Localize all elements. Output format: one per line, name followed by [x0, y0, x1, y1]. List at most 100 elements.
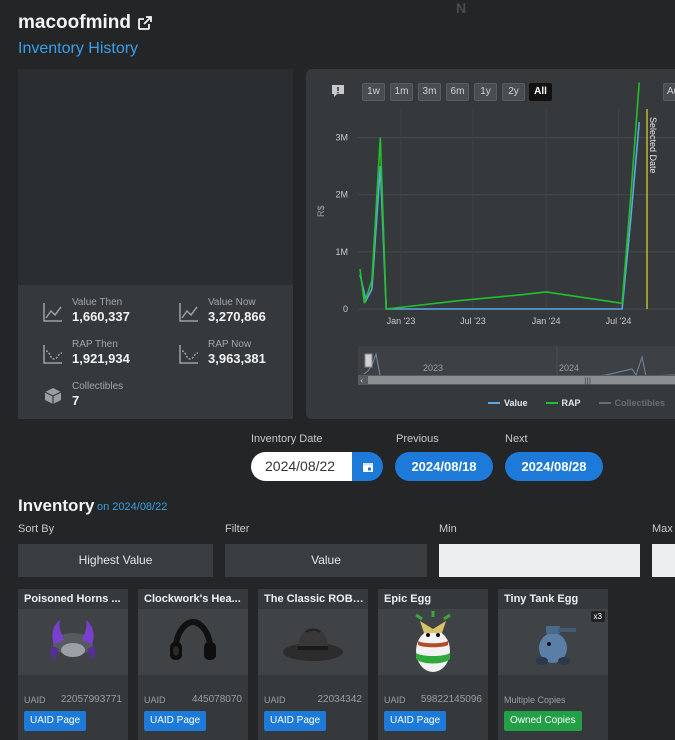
range-6m[interactable]: 6m [446, 83, 469, 101]
next-date-button[interactable]: 2024/08/28 [505, 452, 603, 481]
uaid-label: UAID [144, 695, 166, 705]
previous-label: Previous [396, 433, 439, 445]
uaid-label: UAID [24, 695, 46, 705]
value-then-label: Value Then [72, 297, 123, 308]
item-name[interactable]: Poisoned Horns ... [24, 593, 124, 605]
fedora-icon [283, 628, 343, 661]
range-1y[interactable]: 1y [474, 83, 497, 101]
sort-select[interactable]: Highest Value [18, 544, 213, 577]
y-tick-label: 2M [335, 190, 348, 200]
item-name[interactable]: Clockwork's Hea... [144, 593, 244, 605]
stat-rap-then: RAP Then 1,921,934 [42, 339, 130, 367]
series-line-rap[interactable] [359, 82, 640, 310]
rap-then: 1,921,934 [72, 351, 130, 366]
collectibles-label: Collectibles [72, 381, 124, 392]
calendar-icon [362, 462, 373, 472]
range-1w[interactable]: 1w [362, 83, 385, 101]
scroll-grip-icon: ||| [584, 377, 591, 385]
item-thumbnail[interactable] [138, 609, 248, 675]
item-name[interactable]: The Classic ROBL... [264, 593, 364, 605]
legend-value[interactable]: Value [488, 398, 528, 408]
inventory-date-link[interactable]: on 2024/08/22 [97, 501, 167, 513]
previous-date-button[interactable]: 2024/08/18 [395, 452, 493, 481]
navigator-handle[interactable] [364, 353, 373, 368]
filter-select[interactable]: Value [225, 544, 427, 577]
chart-y-ticks: 0 1M 2M 3M [335, 133, 348, 314]
item-thumbnail[interactable] [18, 609, 128, 675]
chart-menu-icon[interactable] [330, 83, 346, 99]
range-1m[interactable]: 1m [390, 83, 413, 101]
line-chart-icon [43, 303, 62, 322]
item-thumbnail[interactable] [378, 609, 488, 675]
sort-label: Sort By [18, 523, 55, 535]
inventory-date-input[interactable]: 2024/08/22 [251, 452, 353, 481]
value-now: 3,270,866 [208, 309, 266, 324]
rap-curve-icon [43, 345, 63, 364]
inventory-title: Inventory [18, 496, 95, 515]
history-chart-panel: 0 1M 2M 3M Jan '23 Jul '23 Jan '24 Jul '24 R$ … [306, 69, 675, 419]
tank-egg-icon [536, 626, 576, 665]
series-line-value[interactable] [359, 122, 640, 310]
username-text: macoofmind [18, 12, 131, 33]
range-2y[interactable]: 2y [502, 83, 525, 101]
y-tick-label: 0 [343, 304, 348, 314]
history-chart[interactable]: 01M2M3M Jan '23 Jul '23 Jan '24 Jul '24 R$ … [306, 69, 675, 419]
item-card[interactable]: Poisoned Horns ... UAID 22057993771 UAID… [18, 589, 128, 740]
stat-value-then: Value Then 1,660,337 [42, 297, 130, 325]
navigator-label-2024: 2024 [559, 363, 579, 373]
item-name[interactable]: Tiny Tank Egg [504, 593, 604, 605]
navigator-label-2023: 2023 [423, 363, 443, 373]
item-card[interactable]: Epic Egg UAID 59822145096 UAID Page [378, 589, 488, 740]
legend-collectibles[interactable]: Collectibles [598, 398, 665, 408]
item-name[interactable]: Epic Egg [384, 593, 484, 605]
external-link-icon[interactable] [137, 15, 153, 31]
uaid-page-button[interactable]: UAID Page [144, 711, 207, 731]
item-thumbnail[interactable] [258, 609, 368, 675]
uaid-value: 22057993771 [60, 694, 122, 705]
headphones-icon [170, 618, 216, 660]
line-chart-icon [179, 303, 198, 322]
calendar-button[interactable] [352, 452, 383, 481]
multiple-copies-label: Multiple Copies [504, 695, 566, 705]
x-tick-label: Jul '23 [460, 316, 486, 326]
item-card[interactable]: The Classic ROBL... UAID 22034342 UAID P… [258, 589, 368, 740]
epic-egg-icon [415, 611, 451, 672]
range-3m[interactable]: 3m [418, 83, 441, 101]
max-label: Max [652, 523, 673, 535]
x-tick-label: Jul '24 [606, 316, 632, 326]
uaid-value: 59822145096 [420, 694, 482, 705]
chart-series [359, 82, 640, 310]
site-logo-icon: N [456, 0, 467, 16]
inventory-date-label: Inventory Date [251, 433, 323, 445]
next-label: Next [505, 433, 528, 445]
selected-date-label: Selected Date [648, 117, 658, 174]
page-subtitle: Inventory History [18, 40, 139, 57]
min-label: Min [439, 523, 457, 535]
y-tick-label: 1M [335, 247, 348, 257]
horns-icon [50, 620, 96, 660]
x-tick-label: Jan '24 [532, 316, 561, 326]
collectibles-count: 7 [72, 393, 80, 408]
value-now-label: Value Now [208, 297, 256, 308]
scroll-left-icon[interactable]: ‹ [360, 376, 363, 385]
range-all[interactable]: All [529, 83, 552, 101]
uaid-page-button[interactable]: UAID Page [384, 711, 447, 731]
navigator-scrollbar-thumb[interactable] [368, 376, 675, 384]
chart-grid [358, 109, 675, 310]
username: macoofmind [18, 12, 153, 34]
chart-y-label: R$ [316, 205, 326, 217]
stat-value-now: Value Now 3,270,866 [178, 297, 266, 325]
filter-label: Filter [225, 523, 250, 535]
range-auto[interactable]: Au [663, 83, 675, 101]
item-card[interactable]: Clockwork's Hea... UAID 445078070 UAID P… [138, 589, 248, 740]
uaid-page-button[interactable]: UAID Page [264, 711, 327, 731]
item-card[interactable]: Tiny Tank Egg x3 Multiple Copies Owned C… [498, 589, 608, 740]
legend-rap[interactable]: RAP [545, 398, 581, 408]
stats-panel: Value Then 1,660,337 Value Now 3,270,866 R… [18, 285, 293, 419]
y-tick-label: 3M [335, 133, 348, 143]
max-input[interactable] [652, 544, 675, 577]
owned-copies-button[interactable]: Owned Copies [504, 711, 582, 731]
chart-legend: Value RAP Collectibles [488, 398, 665, 408]
min-input[interactable] [439, 544, 640, 577]
uaid-page-button[interactable]: UAID Page [24, 711, 87, 731]
